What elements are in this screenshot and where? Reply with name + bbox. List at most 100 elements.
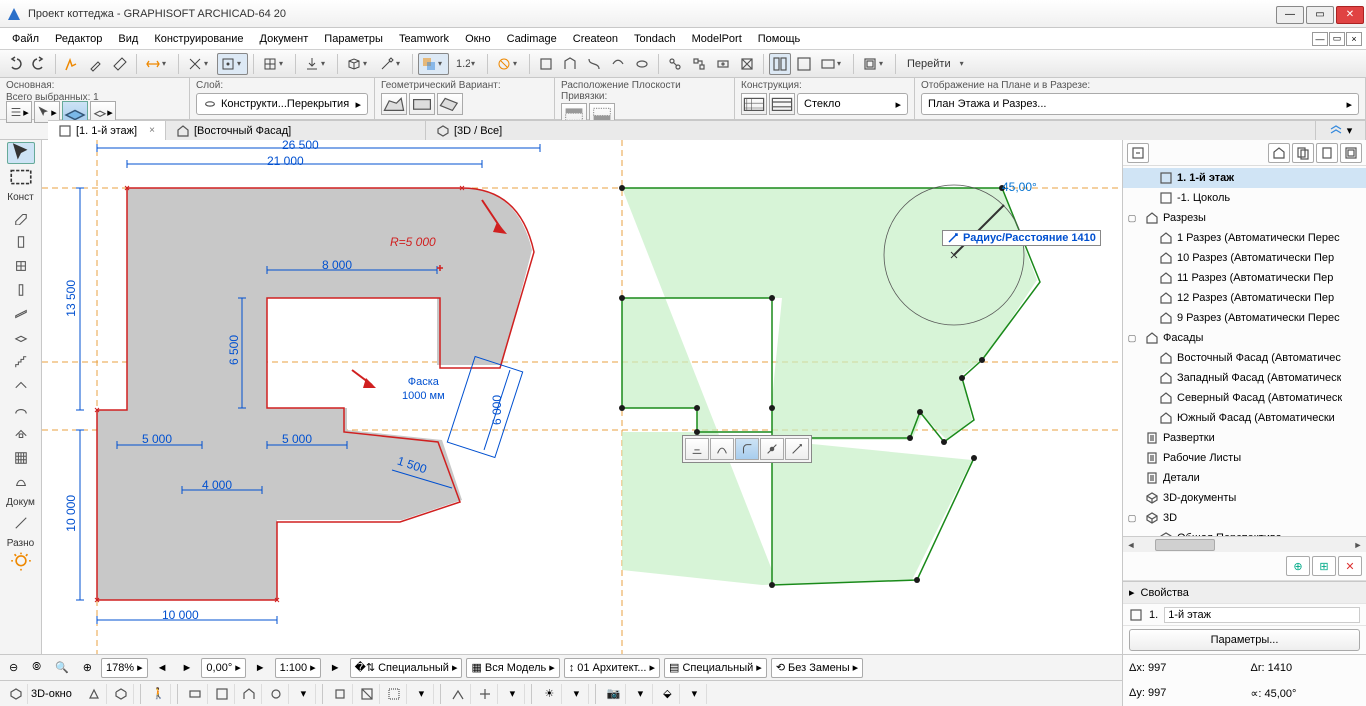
tab-3d[interactable]: [3D / Все]	[426, 120, 1316, 140]
bb-i8[interactable]	[383, 684, 407, 704]
pet-add-node[interactable]	[760, 438, 784, 460]
menu-document[interactable]: Документ	[252, 31, 317, 47]
nav-add-button[interactable]: ⊞	[1312, 556, 1336, 576]
tree-row[interactable]: Общая Перспектива	[1123, 528, 1366, 536]
3d-window-icon[interactable]	[4, 684, 28, 704]
prev-view-button[interactable]: ◄	[152, 658, 173, 678]
menu-window[interactable]: Окно	[457, 31, 499, 47]
next-view-button[interactable]: ►	[177, 658, 198, 678]
marquee-tool[interactable]	[7, 166, 35, 188]
tree-row[interactable]: 1. 1-й этаж	[1123, 168, 1366, 188]
nav-copy-button[interactable]	[1292, 143, 1314, 163]
canvas[interactable]: 26 500 21 000 R=5 000 8 000 13 500 6 500…	[42, 140, 1122, 654]
mdi-restore-icon[interactable]: ▭	[1329, 32, 1345, 46]
slab-tool[interactable]	[7, 327, 35, 349]
geom-poly-button[interactable]	[381, 93, 407, 115]
bb-axo-icon[interactable]	[110, 684, 134, 704]
view1-button[interactable]	[769, 53, 791, 75]
curtain-tool[interactable]	[7, 447, 35, 469]
tab-extra[interactable]: ▾	[1316, 120, 1366, 140]
gravity-button[interactable]: ▾	[301, 53, 332, 75]
geom-rotrect-button[interactable]	[437, 93, 463, 115]
view3-button[interactable]: ▾	[817, 53, 848, 75]
redo-button[interactable]	[28, 53, 50, 75]
bb-camera-icon[interactable]: 📷	[602, 684, 626, 704]
nav-layout-button[interactable]	[1340, 143, 1362, 163]
menu-options[interactable]: Параметры	[316, 31, 391, 47]
skylight-tool[interactable]	[7, 423, 35, 445]
tree-row[interactable]: 3D-документы	[1123, 488, 1366, 508]
bb-i7[interactable]	[356, 684, 380, 704]
tree-row[interactable]: ▢3D	[1123, 508, 1366, 528]
view2-button[interactable]	[793, 53, 815, 75]
shape1-button[interactable]	[535, 53, 557, 75]
bb-i2[interactable]	[211, 684, 235, 704]
pet-fillet[interactable]	[735, 438, 759, 460]
menu-cadimage[interactable]: Cadimage	[499, 31, 565, 47]
bb-i5[interactable]: ▾	[292, 684, 316, 704]
shell-tool[interactable]	[7, 399, 35, 421]
goto-dropdown-icon[interactable]: ▾	[960, 59, 968, 68]
bb-i9[interactable]: ▾	[410, 684, 434, 704]
shape5-button[interactable]	[631, 53, 653, 75]
arrow-tool[interactable]	[7, 142, 35, 164]
suspend-button[interactable]: ▾	[493, 53, 524, 75]
tree-row[interactable]: -1. Цоколь	[1123, 188, 1366, 208]
zoom-icon[interactable]: 🔍	[50, 658, 74, 678]
bb-walk-icon[interactable]: 🚶	[147, 684, 171, 704]
tree-row[interactable]: 12 Разрез (Автоматически Пер	[1123, 288, 1366, 308]
3d-window-label[interactable]: 3D-окно	[31, 688, 80, 700]
line-tool[interactable]	[7, 512, 35, 534]
model-selector[interactable]: ▦ Вся Модель ▸	[466, 658, 559, 678]
wall-tool[interactable]	[7, 207, 35, 229]
angle-next[interactable]: ►	[250, 658, 271, 678]
tree-row[interactable]: ▢Разрезы	[1123, 208, 1366, 228]
tree-row[interactable]: 1 Разрез (Автоматически Перес	[1123, 228, 1366, 248]
door-tool[interactable]	[7, 231, 35, 253]
link3-button[interactable]	[712, 53, 734, 75]
menu-help[interactable]: Помощь	[750, 31, 809, 47]
layout-button[interactable]: ▾	[859, 53, 890, 75]
morph-tool[interactable]	[7, 471, 35, 493]
zoom-out-button[interactable]: ⊖	[4, 658, 23, 678]
bb-persp-icon[interactable]	[83, 684, 107, 704]
undo-button[interactable]	[4, 53, 26, 75]
ruler-button[interactable]	[109, 53, 131, 75]
nav-settings-button[interactable]	[1127, 143, 1149, 163]
menu-design[interactable]: Конструирование	[146, 31, 251, 47]
settings-button[interactable]: ▸	[6, 101, 32, 123]
tree-row[interactable]: 10 Разрез (Автоматически Пер	[1123, 248, 1366, 268]
link2-button[interactable]	[688, 53, 710, 75]
layer-combo[interactable]: ↕ 01 Архитект... ▸	[564, 658, 660, 678]
bb-i3[interactable]	[238, 684, 262, 704]
tab-elevation[interactable]: [Восточный Фасад]	[166, 120, 426, 140]
tree-row[interactable]: Восточный Фасад (Автоматичес	[1123, 348, 1366, 368]
guides-button[interactable]: ▾	[142, 53, 173, 75]
tree-row[interactable]: ▢Фасады	[1123, 328, 1366, 348]
scale-next[interactable]: ►	[325, 658, 346, 678]
reno-selector[interactable]: ⟲ Без Замены ▸	[771, 658, 863, 678]
bb-i1[interactable]	[184, 684, 208, 704]
pet-offset-edge[interactable]	[685, 438, 709, 460]
grid-snap-button[interactable]: ▾	[217, 53, 248, 75]
tree-row[interactable]: Северный Фасад (Автоматическ	[1123, 388, 1366, 408]
pet-move[interactable]	[785, 438, 809, 460]
menu-tondach[interactable]: Tondach	[626, 31, 684, 47]
snap-button[interactable]: ▾	[184, 53, 215, 75]
bb-i15[interactable]: ▾	[683, 684, 707, 704]
tree-row[interactable]: 11 Разрез (Автоматически Пер	[1123, 268, 1366, 288]
tab-close-icon[interactable]: ×	[149, 125, 155, 136]
pick-button[interactable]	[61, 53, 83, 75]
minimize-button[interactable]: —	[1276, 6, 1304, 24]
close-button[interactable]: ✕	[1336, 6, 1364, 24]
window-tool[interactable]	[7, 255, 35, 277]
mdi-close-icon[interactable]: ×	[1346, 32, 1362, 46]
geom-rect-button[interactable]	[409, 93, 435, 115]
tree-row[interactable]: Развертки	[1123, 428, 1366, 448]
penset-selector[interactable]: �⇅ Специальный ▸	[350, 658, 463, 678]
bb-render-icon[interactable]: ⬙	[656, 684, 680, 704]
tab-floorplan[interactable]: [1. 1-й этаж]×	[48, 120, 166, 140]
tree-hscroll[interactable]: ◄►	[1123, 536, 1366, 552]
mdi-minimize-icon[interactable]: —	[1312, 32, 1328, 46]
material-selector[interactable]: Стекло▸	[797, 93, 908, 115]
